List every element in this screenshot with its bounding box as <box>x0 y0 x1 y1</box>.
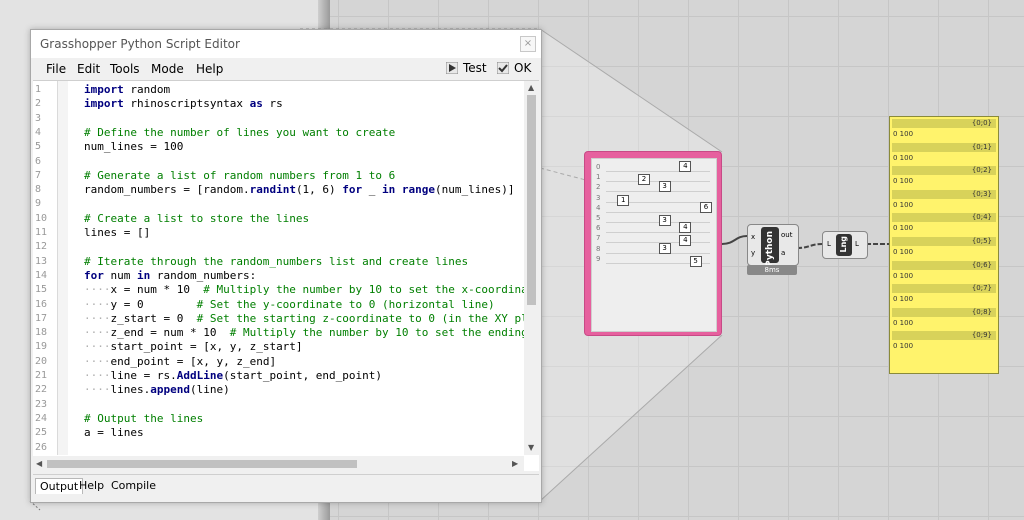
branch-value: 0 100 <box>893 318 914 327</box>
wires <box>721 235 889 249</box>
branch-path: {0;9} <box>892 331 996 341</box>
branch-value: 0 100 <box>893 295 914 304</box>
branch-path: {0;8} <box>892 307 996 317</box>
output-panel[interactable]: {0;0} 0 100 {0;1} 0 100 {0;2} 0 100 {0;3} 0 100… <box>889 116 999 374</box>
branch-path: {0;6} <box>892 260 996 270</box>
output-branch: {0;3} 0 100 <box>892 189 996 213</box>
output-a-port[interactable]: a <box>781 249 785 257</box>
branch-value: 0 100 <box>893 224 914 233</box>
branch-path: {0;4} <box>892 213 996 223</box>
execution-time-badge: 8ms <box>747 265 797 275</box>
lng-label: Lng <box>839 236 848 253</box>
output-branch: {0;1} 0 100 <box>892 142 996 166</box>
list-length-component[interactable]: L Lng L <box>822 231 868 259</box>
python-component[interactable]: x y Python out a <box>747 224 799 267</box>
branch-path: {0;2} <box>892 166 996 176</box>
branch-value: 0 100 <box>893 177 914 186</box>
branch-path: {0;3} <box>892 189 996 199</box>
output-branch: {0;7} 0 100 <box>892 284 996 307</box>
branch-value: 0 100 <box>893 248 914 256</box>
branch-value: 0 100 <box>893 200 914 209</box>
branch-path: {0;0} <box>892 119 996 128</box>
branch-value: 0 100 <box>893 130 914 138</box>
branch-value: 0 100 <box>893 153 914 162</box>
input-y-port[interactable]: y <box>751 249 755 257</box>
input-l-port[interactable]: L <box>827 240 831 248</box>
output-branch: {0;5} 0 100 <box>892 237 996 260</box>
output-branch: {0;6} 0 100 <box>892 260 996 284</box>
branch-value: 0 100 <box>893 271 914 280</box>
output-branch: {0;4} 0 100 <box>892 213 996 236</box>
output-out-port[interactable]: out <box>781 231 792 239</box>
output-branch: {0;9} 0 100 <box>892 331 996 354</box>
python-component-body: Python <box>761 227 779 267</box>
output-branch: {0;2} 0 100 <box>892 166 996 189</box>
output-branch: {0;8} 0 100 <box>892 307 996 331</box>
branch-path: {0;1} <box>892 142 996 152</box>
branch-path: {0;5} <box>892 237 996 246</box>
input-x-port[interactable]: x <box>751 233 755 241</box>
python-label: Python <box>765 231 775 267</box>
branch-path: {0;7} <box>892 284 996 294</box>
output-l-port[interactable]: L <box>855 240 859 248</box>
lng-component-body: Lng <box>836 234 852 256</box>
output-branch: {0;0} 0 100 <box>892 119 996 142</box>
branch-value: 0 100 <box>893 342 914 351</box>
